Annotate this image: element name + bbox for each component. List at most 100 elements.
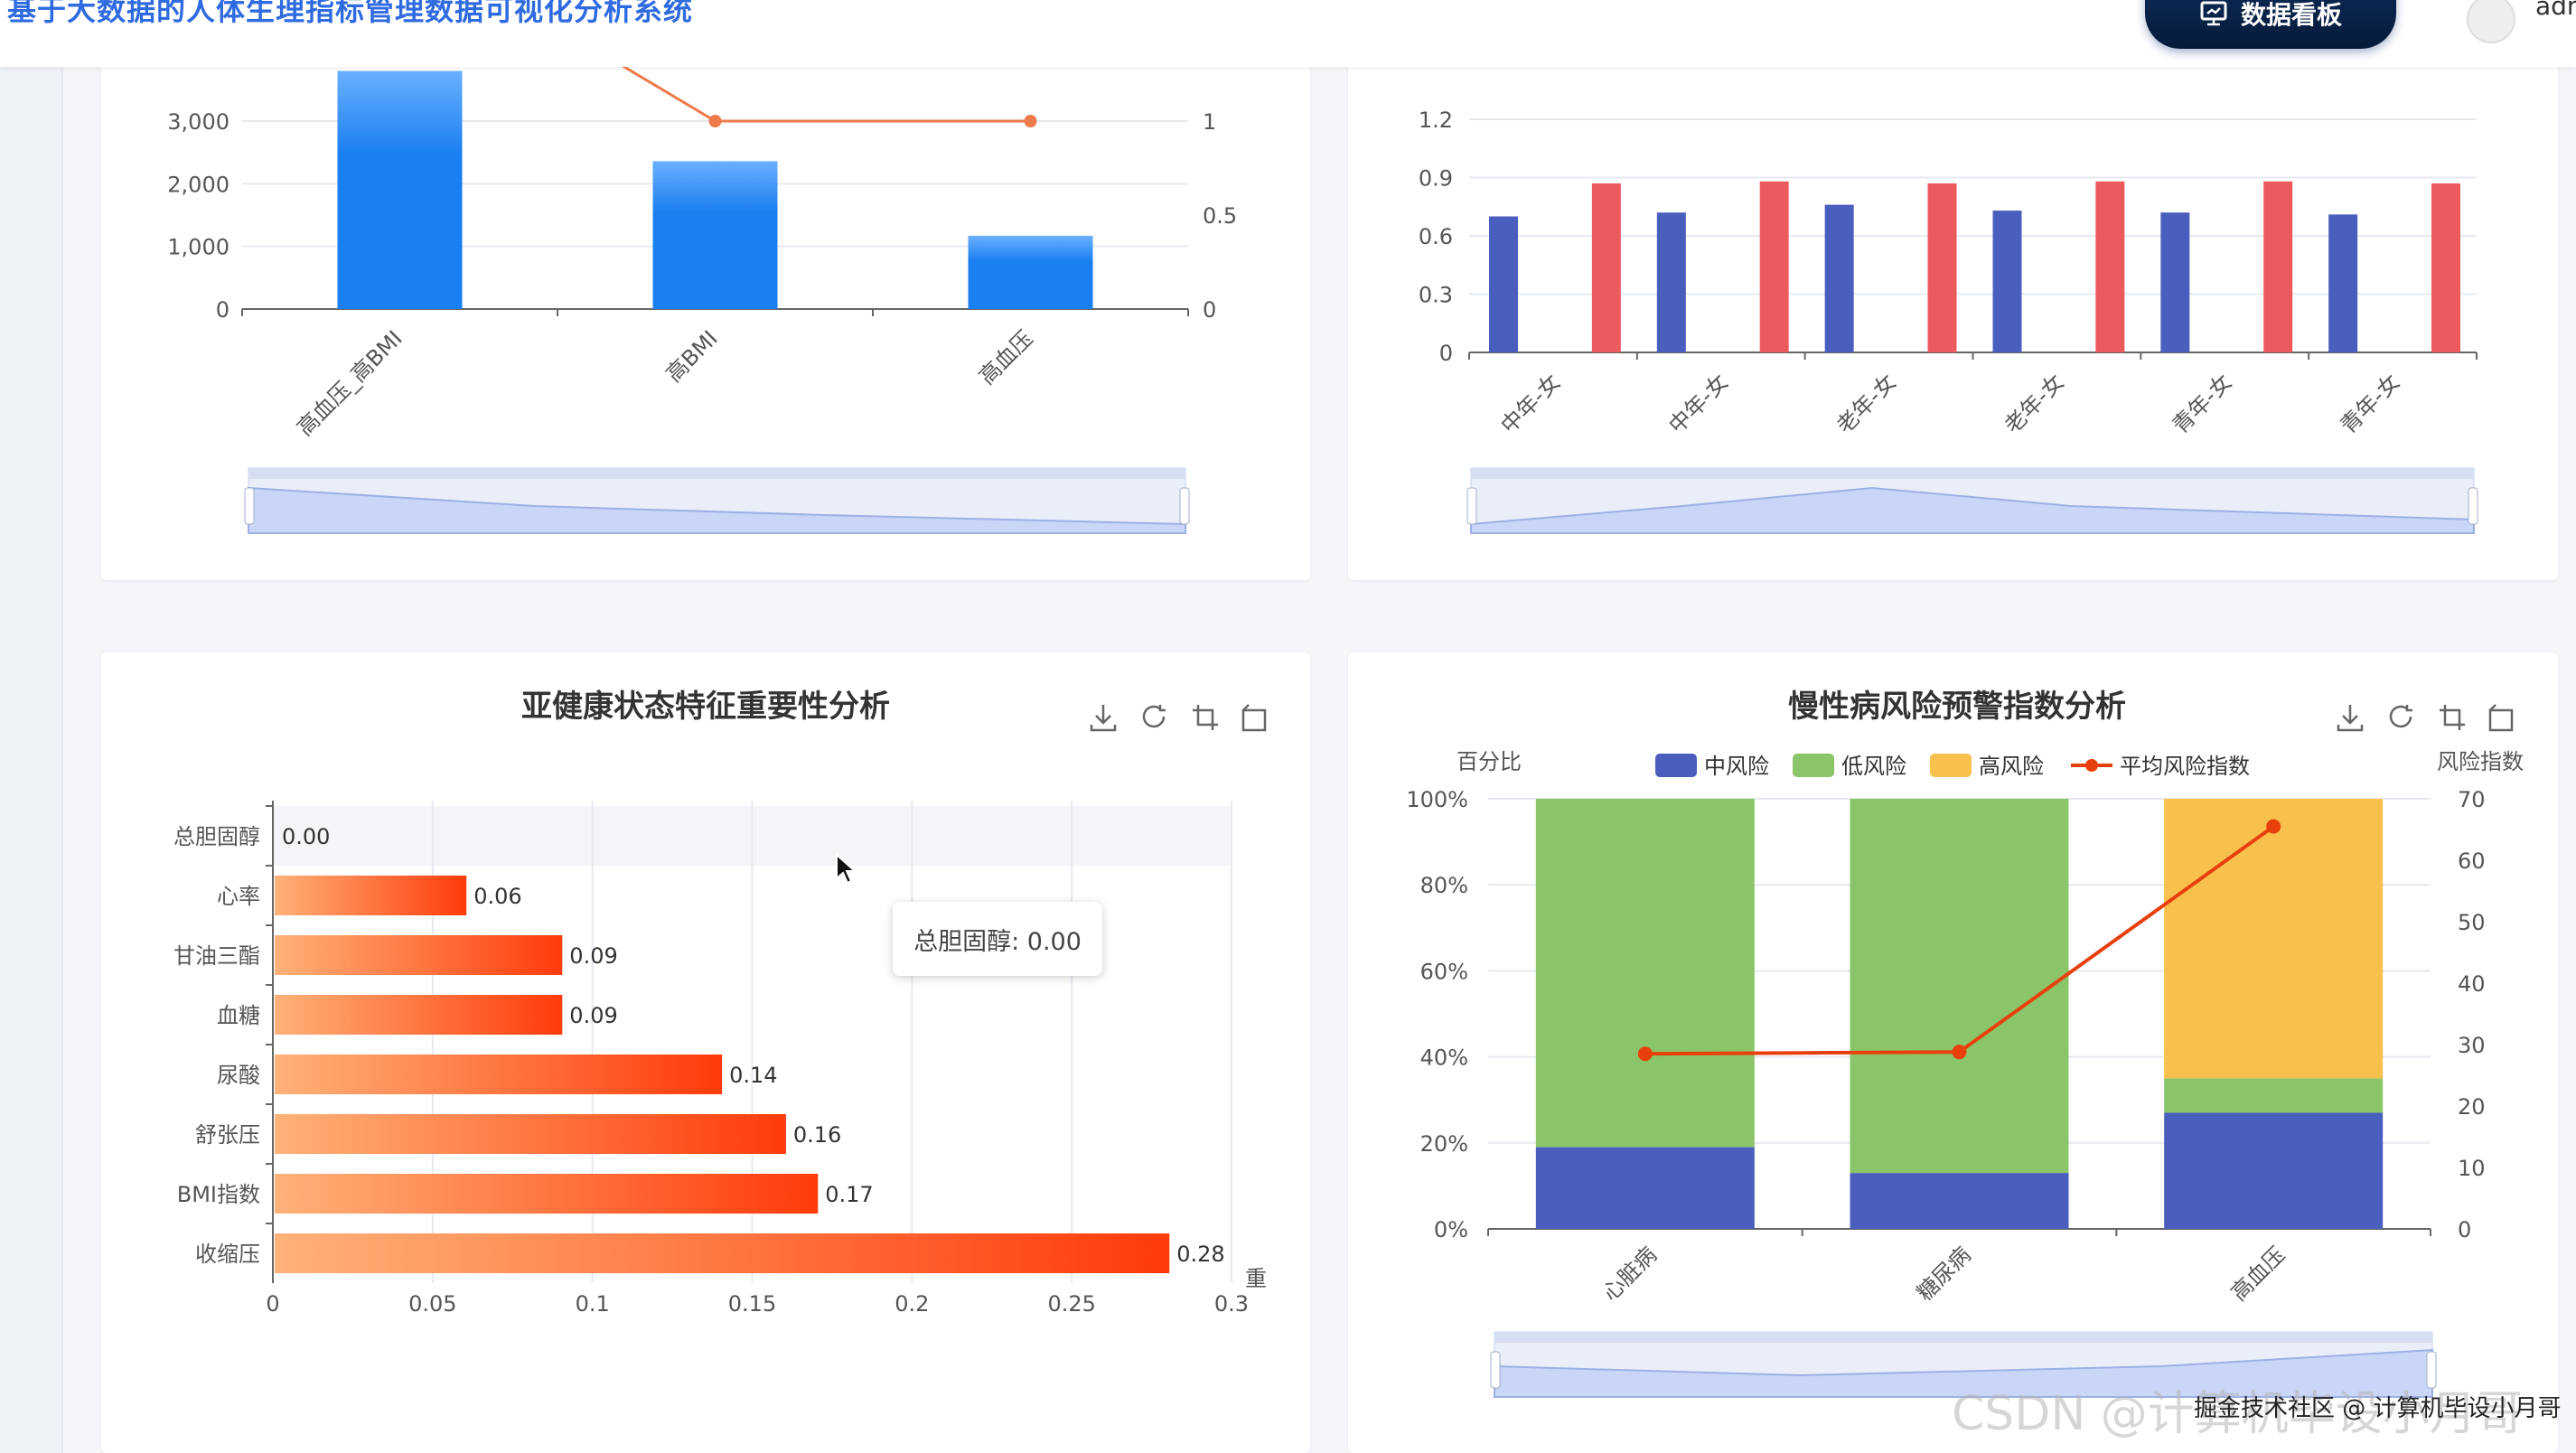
bar	[275, 1233, 1170, 1273]
stacked-bar-segment	[2164, 1078, 2384, 1113]
x-tick-label: 0.1	[576, 1291, 610, 1317]
datazoom-right-handle[interactable]	[1179, 487, 1190, 525]
datazoom-left-handle[interactable]	[244, 487, 255, 525]
y-tick-label: 0	[1439, 341, 1453, 366]
chart-card-1: 0 1,000 2,000 3,000 0 0.5 1 高血压_高BMI 高BMI 高血压	[101, 0, 1310, 580]
y-tick-label: 心率	[217, 884, 260, 909]
y-axis-name: 百分比	[1457, 749, 1522, 774]
x-tick-label: 0.05	[408, 1291, 456, 1317]
y2-tick-label: 40	[2458, 971, 2486, 997]
sidebar	[0, 67, 63, 1453]
presentation-icon	[2200, 1, 2227, 26]
x-tick-label: 0.25	[1047, 1291, 1095, 1317]
datazoom-left-handle[interactable]	[1466, 487, 1477, 525]
y2-tick-label: 50	[2458, 910, 2486, 935]
y-tick-label: 0.9	[1419, 166, 1453, 192]
stacked-bar-segment	[2164, 1112, 2384, 1229]
x-tick-label: 0.3	[1214, 1291, 1249, 1317]
user-name[interactable]: adm	[2535, 0, 2576, 21]
x-tick-label: 青年-女	[2168, 369, 2237, 438]
y2-tick-label: 0	[2458, 1217, 2471, 1242]
bar	[275, 1055, 723, 1094]
y2-tick-label: 70	[2458, 787, 2486, 812]
datazoom-top-bar	[248, 468, 1185, 479]
chart-1: 0 1,000 2,000 3,000 0 0.5 1 高血压_高BMI 高BMI 高血压	[167, 0, 1237, 534]
bar-series-1	[2328, 214, 2358, 352]
bar-series-2	[2431, 183, 2460, 352]
y-tick-label: 100%	[1406, 787, 1468, 812]
zoom-icon[interactable]	[1193, 705, 1218, 730]
dashboard-button-label: 数据看板	[2240, 0, 2342, 30]
x-tick-label: 0	[266, 1291, 279, 1317]
restore-icon[interactable]	[2488, 704, 2514, 732]
value-label: 0.16	[793, 1122, 841, 1148]
line-point	[708, 115, 722, 127]
value-label: 0.09	[569, 1003, 617, 1028]
bar	[968, 235, 1093, 309]
y-tick-label: 舒张压	[195, 1122, 260, 1148]
dashboard-button[interactable]: 数据看板	[2145, 0, 2396, 49]
line-point	[1637, 1046, 1653, 1062]
avatar[interactable]	[2467, 0, 2515, 43]
y-tick-label: 0	[216, 297, 229, 323]
top-bar: 基于大数据的人体生理指标管理数据可视化分析系统 数据看板 adm	[0, 0, 2576, 67]
value-label: 0.06	[473, 884, 521, 909]
zoom-icon[interactable]	[2440, 705, 2465, 730]
y-tick-label: 20%	[1420, 1131, 1468, 1157]
bar	[652, 161, 778, 309]
x-tick-label: 心脏病	[1597, 1242, 1662, 1306]
juejin-watermark: 掘金技术社区 @ 计算机毕设小月哥	[2194, 1395, 2562, 1422]
line-point	[1024, 115, 1037, 127]
y-tick-label: 总胆固醇	[173, 824, 260, 849]
chart-card-2: 0 0.3 0.6 0.9 1.2 中年-女 中年-女 老年-女 老年-女 青年-女 青年-女	[1348, 0, 2558, 580]
bar	[275, 1114, 786, 1154]
bar-series-1	[1656, 212, 1686, 352]
y-tick-label: 1,000	[167, 235, 229, 260]
bar	[275, 995, 563, 1035]
refresh-icon[interactable]	[1142, 705, 1166, 728]
chart-2: 0 0.3 0.6 0.9 1.2 中年-女 中年-女 老年-女 老年-女 青年-女 青年-女	[1419, 108, 2478, 534]
mouse-cursor-icon	[836, 853, 857, 884]
bar-series-1	[1824, 204, 1854, 352]
y-tick-label: 0%	[1434, 1217, 1468, 1242]
datazoom-right-handle[interactable]	[2468, 487, 2478, 525]
value-label: 0.28	[1176, 1242, 1224, 1267]
x-tick-label: 老年-女	[2000, 369, 2069, 438]
datazoom-top-bar	[1471, 468, 2474, 479]
y-tick-label: 2,000	[167, 172, 229, 197]
y2-tick-label: 0	[1203, 297, 1216, 323]
download-icon[interactable]	[2337, 705, 2364, 732]
x-tick-label: 高血压_高BMI	[292, 325, 407, 440]
y2-axis-name: 风险指数	[2437, 749, 2524, 774]
x-tick-label: 青年-女	[2336, 369, 2405, 438]
restore-icon[interactable]	[1241, 704, 1267, 732]
y2-tick-label: 0.5	[1203, 203, 1237, 229]
bar-series-1	[1489, 216, 1518, 352]
stacked-bar-segment	[1535, 799, 1755, 1148]
y-tick-label: 1.2	[1419, 108, 1453, 133]
bar-series-2	[2263, 181, 2293, 352]
x-tick-label: 高血压	[2226, 1242, 2290, 1306]
legend-label: 高风险	[1979, 754, 2044, 779]
y-tick-label: 3,000	[167, 109, 229, 135]
legend-swatch	[1930, 754, 1972, 777]
x-tick-label: 高BMI	[661, 325, 723, 387]
value-label: 0.14	[729, 1063, 777, 1088]
download-icon[interactable]	[1090, 705, 1117, 732]
x-tick-label: 0.15	[728, 1291, 776, 1317]
stacked-bar-segment	[1535, 1147, 1755, 1229]
bar	[275, 935, 563, 975]
legend-marker	[2085, 759, 2098, 772]
x-tick-label: 高血压	[974, 325, 1038, 389]
y-tick-label: 收缩压	[195, 1242, 260, 1267]
bar-series-2	[2095, 181, 2125, 352]
chart-title: 亚健康状态特征重要性分析	[521, 689, 890, 725]
datazoom-top-bar	[1494, 1332, 2432, 1343]
stacked-bar-segment	[2164, 799, 2384, 1079]
legend-label: 低风险	[1841, 754, 1906, 779]
stacked-bar-segment	[1850, 1173, 2069, 1229]
refresh-icon[interactable]	[2389, 705, 2412, 728]
value-label: 0.09	[569, 943, 617, 969]
datazoom-left-handle[interactable]	[1490, 1351, 1501, 1389]
y2-tick-label: 20	[2458, 1094, 2486, 1120]
